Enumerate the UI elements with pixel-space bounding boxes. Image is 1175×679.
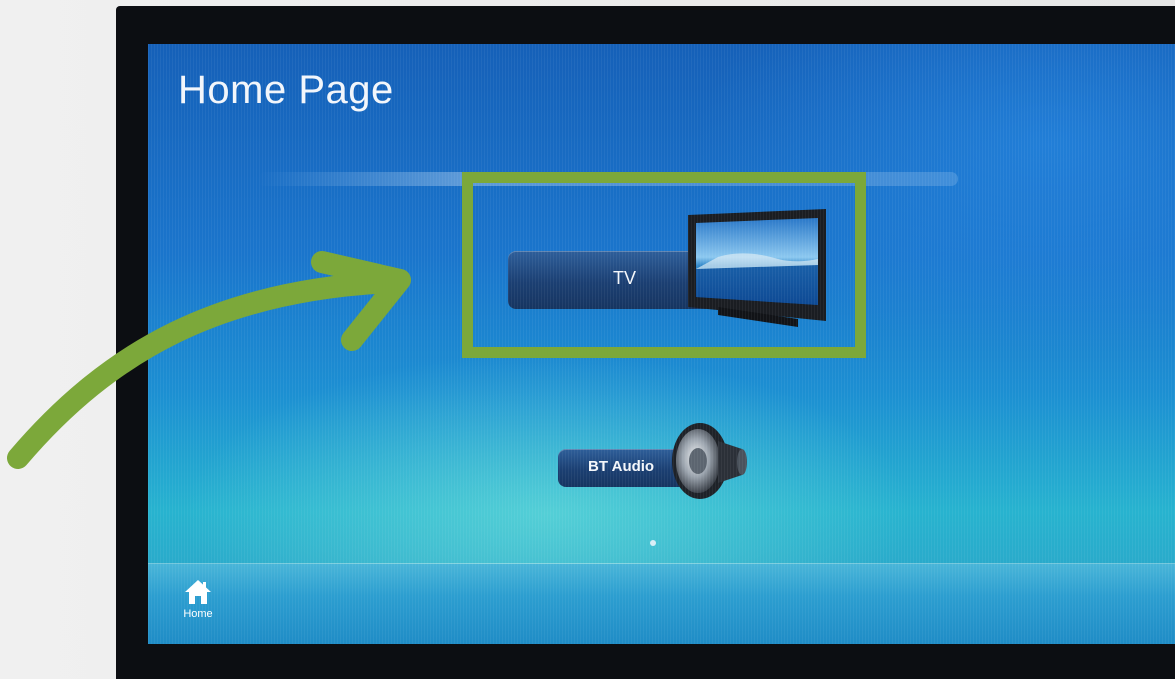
pointer-arrow-icon [7, 251, 411, 469]
home-icon [185, 580, 211, 604]
bt-audio-button-label: BT Audio [588, 458, 655, 475]
highlight-box [462, 172, 866, 358]
page-indicator-dot [650, 540, 656, 546]
home-button[interactable]: Home [176, 578, 220, 630]
bottom-navigation-bar [148, 564, 1175, 644]
photo-background: Home Page TV BT Audio Home [0, 0, 1175, 679]
bt-audio-source-button[interactable]: BT Audio [558, 419, 748, 499]
speaker-icon [672, 423, 747, 499]
page-title: Home Page [178, 68, 394, 112]
home-label: Home [183, 608, 213, 620]
